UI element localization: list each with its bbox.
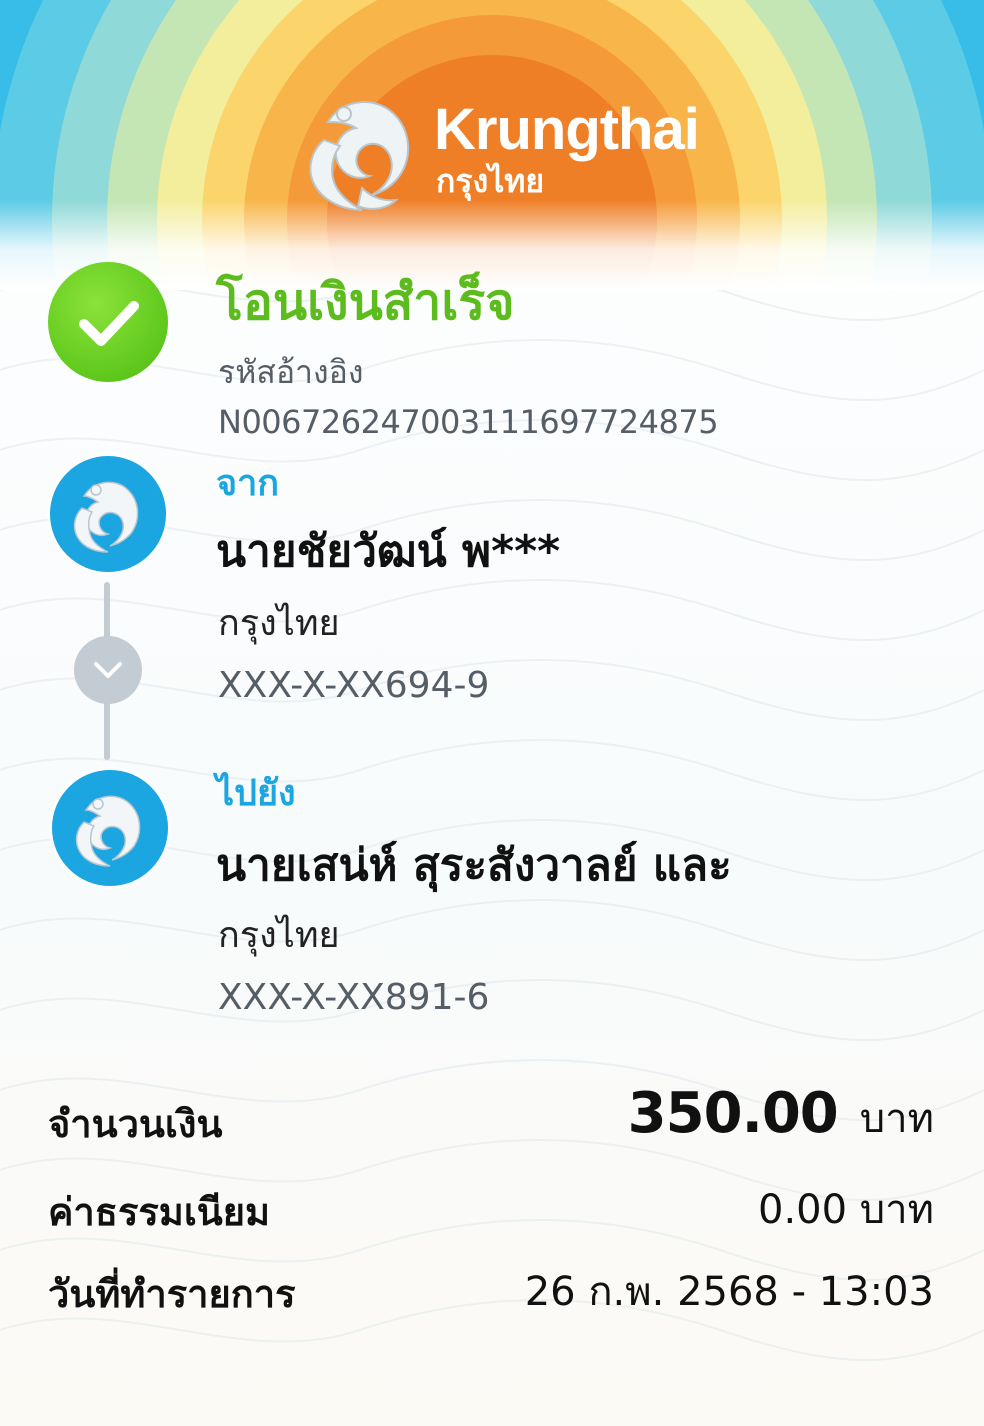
from-bank-logo-icon bbox=[50, 456, 166, 572]
fee-label: ค่าธรรมเนียม bbox=[48, 1190, 271, 1234]
krungthai-logo: Krungthai กรุงไทย bbox=[298, 92, 700, 220]
brand-name-en: Krungthai bbox=[434, 97, 700, 162]
transaction-date-value: 26 ก.พ. 2568 - 13:03 bbox=[524, 1269, 934, 1315]
to-bank-logo-icon bbox=[52, 770, 168, 886]
recipient-bank: กรุงไทย bbox=[218, 915, 340, 956]
sender-account-number: XXX-X-XX694-9 bbox=[218, 665, 490, 706]
transfer-slip: Krungthai กรุงไทย โอนเงินสำเร็จ รหัสอ้าง… bbox=[0, 0, 984, 1426]
brand-name-th: กรุงไทย bbox=[436, 162, 545, 200]
to-label: ไปยัง bbox=[216, 773, 296, 814]
amount-value-group: 350.00 บาท bbox=[628, 1086, 934, 1143]
sender-bank: กรุงไทย bbox=[218, 603, 340, 644]
krungthai-phoenix-icon bbox=[309, 101, 410, 211]
sender-name: นายชัยวัฒน์ พ*** bbox=[216, 526, 561, 577]
from-label: จาก bbox=[216, 463, 280, 504]
transfer-success-title: โอนเงินสำเร็จ bbox=[216, 273, 515, 331]
chevron-down-icon bbox=[74, 636, 142, 704]
recipient-account-number: XXX-X-XX891-6 bbox=[218, 977, 490, 1018]
amount-value: 350.00 bbox=[627, 1081, 839, 1146]
transaction-date-label: วันที่ทำรายการ bbox=[48, 1272, 296, 1316]
amount-currency: บาท bbox=[859, 1096, 934, 1142]
reference-number: N006726247003111697724875 bbox=[218, 403, 719, 441]
recipient-name: นายเสน่ห์ สุระสังวาลย์ และ bbox=[216, 840, 732, 891]
amount-label: จำนวนเงิน bbox=[48, 1102, 223, 1146]
fee-value: 0.00 บาท bbox=[758, 1187, 934, 1233]
check-circle-icon bbox=[48, 262, 168, 382]
header-banner: Krungthai กรุงไทย bbox=[0, 0, 984, 290]
reference-label: รหัสอ้างอิง bbox=[218, 353, 364, 391]
